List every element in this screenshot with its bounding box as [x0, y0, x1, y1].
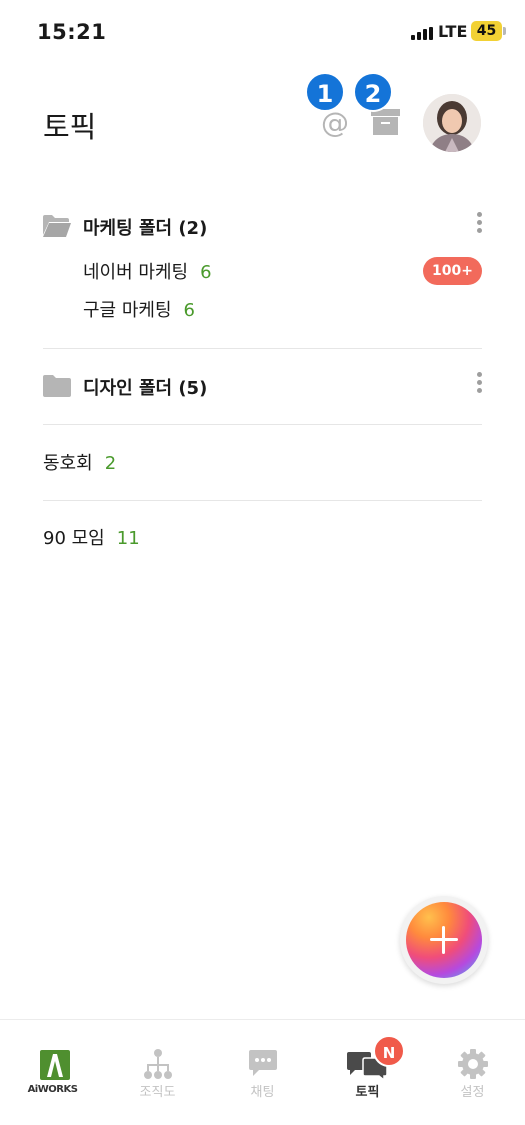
divider	[43, 500, 482, 501]
gear-icon	[457, 1048, 489, 1080]
folder-row-design[interactable]: 디자인 폴더 (5)	[0, 365, 525, 405]
topic-name: 동호회	[43, 453, 93, 474]
nav-org-chart[interactable]: 조직도	[105, 1020, 210, 1125]
nav-chat[interactable]: 채팅	[210, 1020, 315, 1125]
topic-row-club[interactable]: 동호회 2	[0, 444, 525, 478]
more-options-icon[interactable]	[470, 212, 488, 238]
topic-row-google-marketing[interactable]: 구글 마케팅 6	[0, 291, 525, 325]
nav-label: 조직도	[139, 1085, 176, 1100]
signal-icon	[411, 27, 433, 40]
folder-icon	[43, 375, 71, 397]
topic-name: 90 모임	[43, 528, 105, 549]
folder-open-icon	[43, 215, 71, 237]
plus-icon	[406, 902, 482, 978]
topic-name: 네이버 마케팅	[83, 262, 189, 283]
folder-row-marketing[interactable]: 마케팅 폴더 (2)	[0, 205, 525, 245]
org-chart-icon	[142, 1048, 174, 1080]
annotation-marker-2: 2	[353, 72, 393, 112]
topic-name: 구글 마케팅	[83, 300, 172, 321]
add-topic-button[interactable]	[400, 896, 488, 984]
nav-topic[interactable]: N 토픽	[315, 1020, 420, 1125]
brand-logo-icon	[40, 1050, 70, 1080]
divider	[43, 348, 482, 349]
topic-count: 6	[200, 262, 212, 283]
chat-icon	[247, 1048, 279, 1080]
topic-count: 6	[183, 300, 195, 321]
unread-badge: 100+	[423, 257, 482, 285]
topic-count: 11	[116, 528, 140, 549]
status-time: 15:21	[37, 20, 107, 44]
nav-label: 토픽	[355, 1085, 380, 1100]
nav-settings[interactable]: 설정	[420, 1020, 525, 1125]
archive-icon[interactable]	[370, 108, 401, 136]
nav-label: 채팅	[250, 1085, 275, 1100]
brand-label: AiWORKS	[27, 1084, 78, 1095]
battery-icon: 45	[471, 21, 506, 41]
more-options-icon[interactable]	[470, 372, 488, 398]
topic-count: 2	[104, 453, 117, 474]
divider	[43, 424, 482, 425]
folder-label: 마케팅 폴더 (2)	[83, 218, 208, 239]
status-bar: 15:21 LTE 45	[0, 0, 525, 64]
bottom-nav: AiWORKS 조직도 채팅 N 토픽 설정	[0, 1019, 525, 1125]
page-title: 토픽	[43, 110, 97, 144]
annotation-marker-1: 1	[305, 72, 345, 112]
folder-label: 디자인 폴더 (5)	[83, 378, 208, 399]
network-type: LTE	[438, 22, 468, 41]
topic-row-90-meeting[interactable]: 90 모임 11	[0, 519, 525, 553]
avatar[interactable]	[423, 94, 481, 152]
nav-label: 설정	[460, 1085, 485, 1100]
nav-home[interactable]: AiWORKS	[0, 1020, 105, 1125]
new-badge: N	[373, 1035, 405, 1067]
